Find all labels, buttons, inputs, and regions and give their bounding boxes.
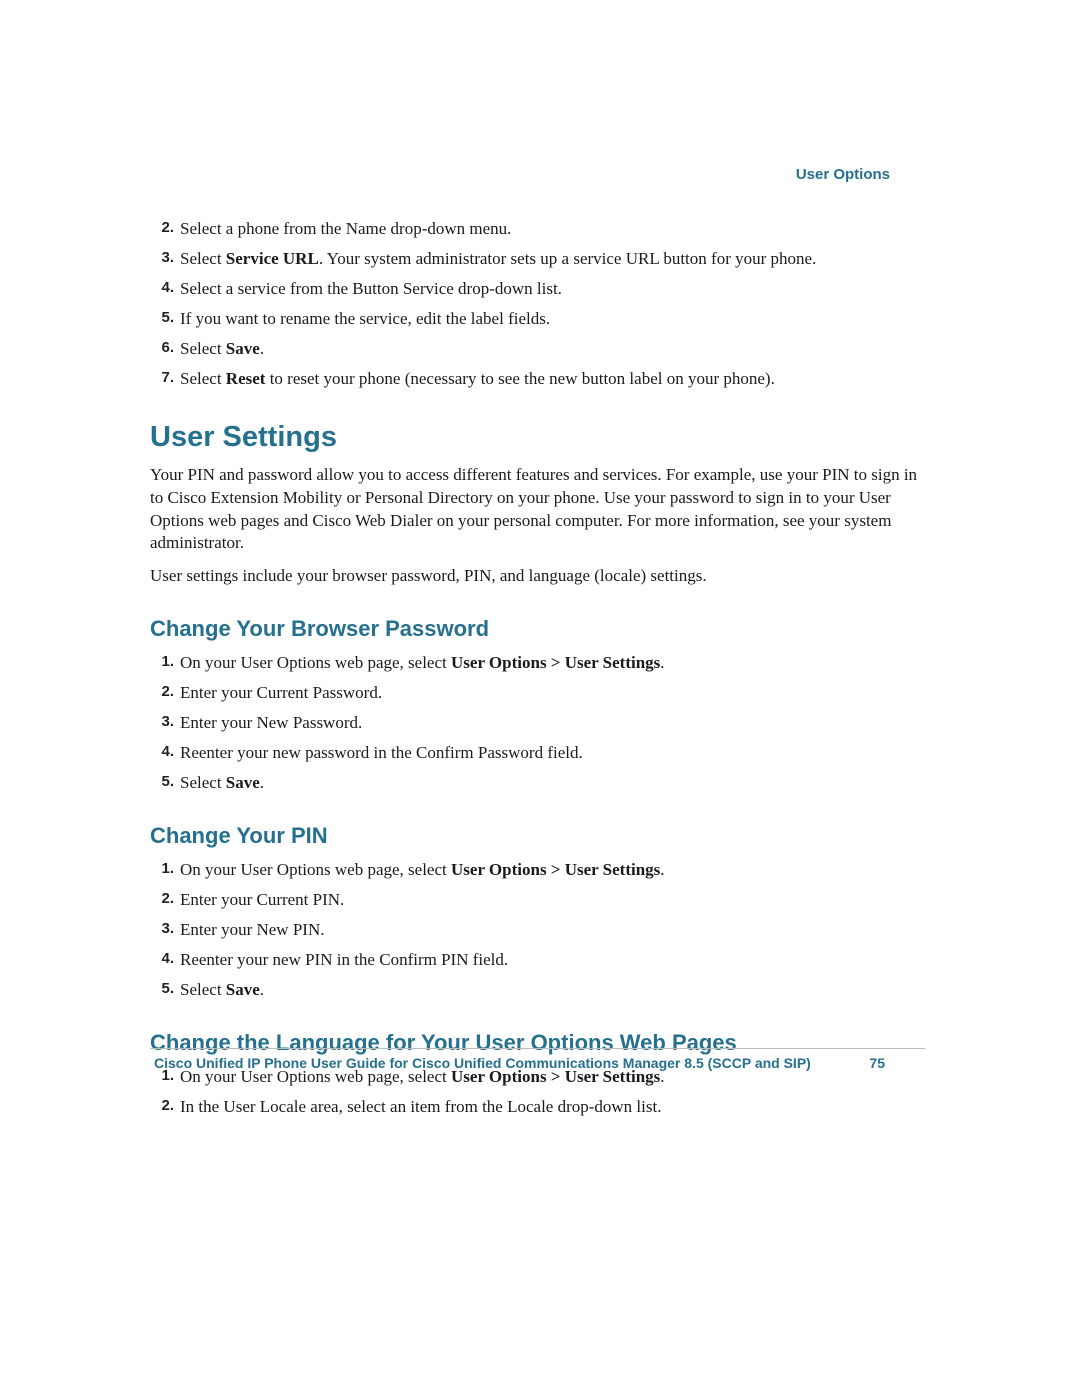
step-number: 5. [150,308,176,328]
step-item: 6.Select Save. [150,338,925,361]
steps-change-pin: 1.On your User Options web page, select … [150,859,925,1002]
step-text: Enter your Current Password. [180,683,382,702]
step-item: 3.Enter your New Password. [150,712,925,735]
step-number: 3. [150,248,176,268]
step-item: 5.Select Save. [150,772,925,795]
step-item: 2.Select a phone from the Name drop-down… [150,218,925,241]
steps-change-browser-password: 1.On your User Options web page, select … [150,652,925,795]
step-number: 2. [150,218,176,238]
step-text: Select a phone from the Name drop-down m… [180,219,511,238]
step-text: If you want to rename the service, edit … [180,309,550,328]
heading-change-pin: Change Your PIN [150,823,925,849]
heading-user-settings: User Settings [150,421,925,454]
step-item: 4.Reenter your new PIN in the Confirm PI… [150,949,925,972]
step-item: 2.Enter your Current PIN. [150,889,925,912]
step-text: In the User Locale area, select an item … [180,1097,661,1116]
footer-doc-title: Cisco Unified IP Phone User Guide for Ci… [150,1055,845,1071]
step-number: 4. [150,949,176,969]
step-text: Enter your New PIN. [180,920,324,939]
intro-paragraph-1: Your PIN and password allow you to acces… [150,464,925,556]
step-text: Select Service URL. Your system administ… [180,249,816,268]
intro-paragraph-2: User settings include your browser passw… [150,565,925,588]
step-number: 2. [150,889,176,909]
step-text: On your User Options web page, select Us… [180,653,665,672]
step-text: Enter your New Password. [180,713,362,732]
step-item: 5.Select Save. [150,979,925,1002]
footer-page-number: 75 [845,1055,925,1071]
step-text: Select a service from the Button Service… [180,279,562,298]
steps-change-language: 1.On your User Options web page, select … [150,1066,925,1119]
step-text: Select Save. [180,339,264,358]
step-number: 1. [150,859,176,879]
step-item: 1.On your User Options web page, select … [150,652,925,675]
page-footer: Cisco Unified IP Phone User Guide for Ci… [150,1048,925,1071]
step-text: Reenter your new password in the Confirm… [180,743,583,762]
step-number: 5. [150,772,176,792]
step-number: 2. [150,1096,176,1116]
step-number: 6. [150,338,176,358]
step-item: 4.Select a service from the Button Servi… [150,278,925,301]
step-item: 5.If you want to rename the service, edi… [150,308,925,331]
step-number: 3. [150,712,176,732]
step-text: Enter your Current PIN. [180,890,344,909]
heading-change-browser-password: Change Your Browser Password [150,616,925,642]
step-item: 3.Select Service URL. Your system admini… [150,248,925,271]
running-head: User Options [796,166,890,183]
step-item: 7.Select Reset to reset your phone (nece… [150,368,925,391]
page-content: 2.Select a phone from the Name drop-down… [150,218,925,1119]
step-number: 1. [150,652,176,672]
step-text: Select Save. [180,980,264,999]
step-item: 2.In the User Locale area, select an ite… [150,1096,925,1119]
step-text: Select Reset to reset your phone (necess… [180,369,775,388]
step-item: 4.Reenter your new password in the Confi… [150,742,925,765]
step-item: 1.On your User Options web page, select … [150,859,925,882]
step-number: 4. [150,742,176,762]
step-number: 7. [150,368,176,388]
step-number: 5. [150,979,176,999]
step-number: 2. [150,682,176,702]
step-item: 3.Enter your New PIN. [150,919,925,942]
step-text: Select Save. [180,773,264,792]
step-item: 2.Enter your Current Password. [150,682,925,705]
step-text: On your User Options web page, select Us… [180,860,665,879]
step-number: 4. [150,278,176,298]
step-text: Reenter your new PIN in the Confirm PIN … [180,950,508,969]
document-page: User Options 2.Select a phone from the N… [0,0,1080,1397]
step-number: 3. [150,919,176,939]
continued-steps-list: 2.Select a phone from the Name drop-down… [150,218,925,391]
